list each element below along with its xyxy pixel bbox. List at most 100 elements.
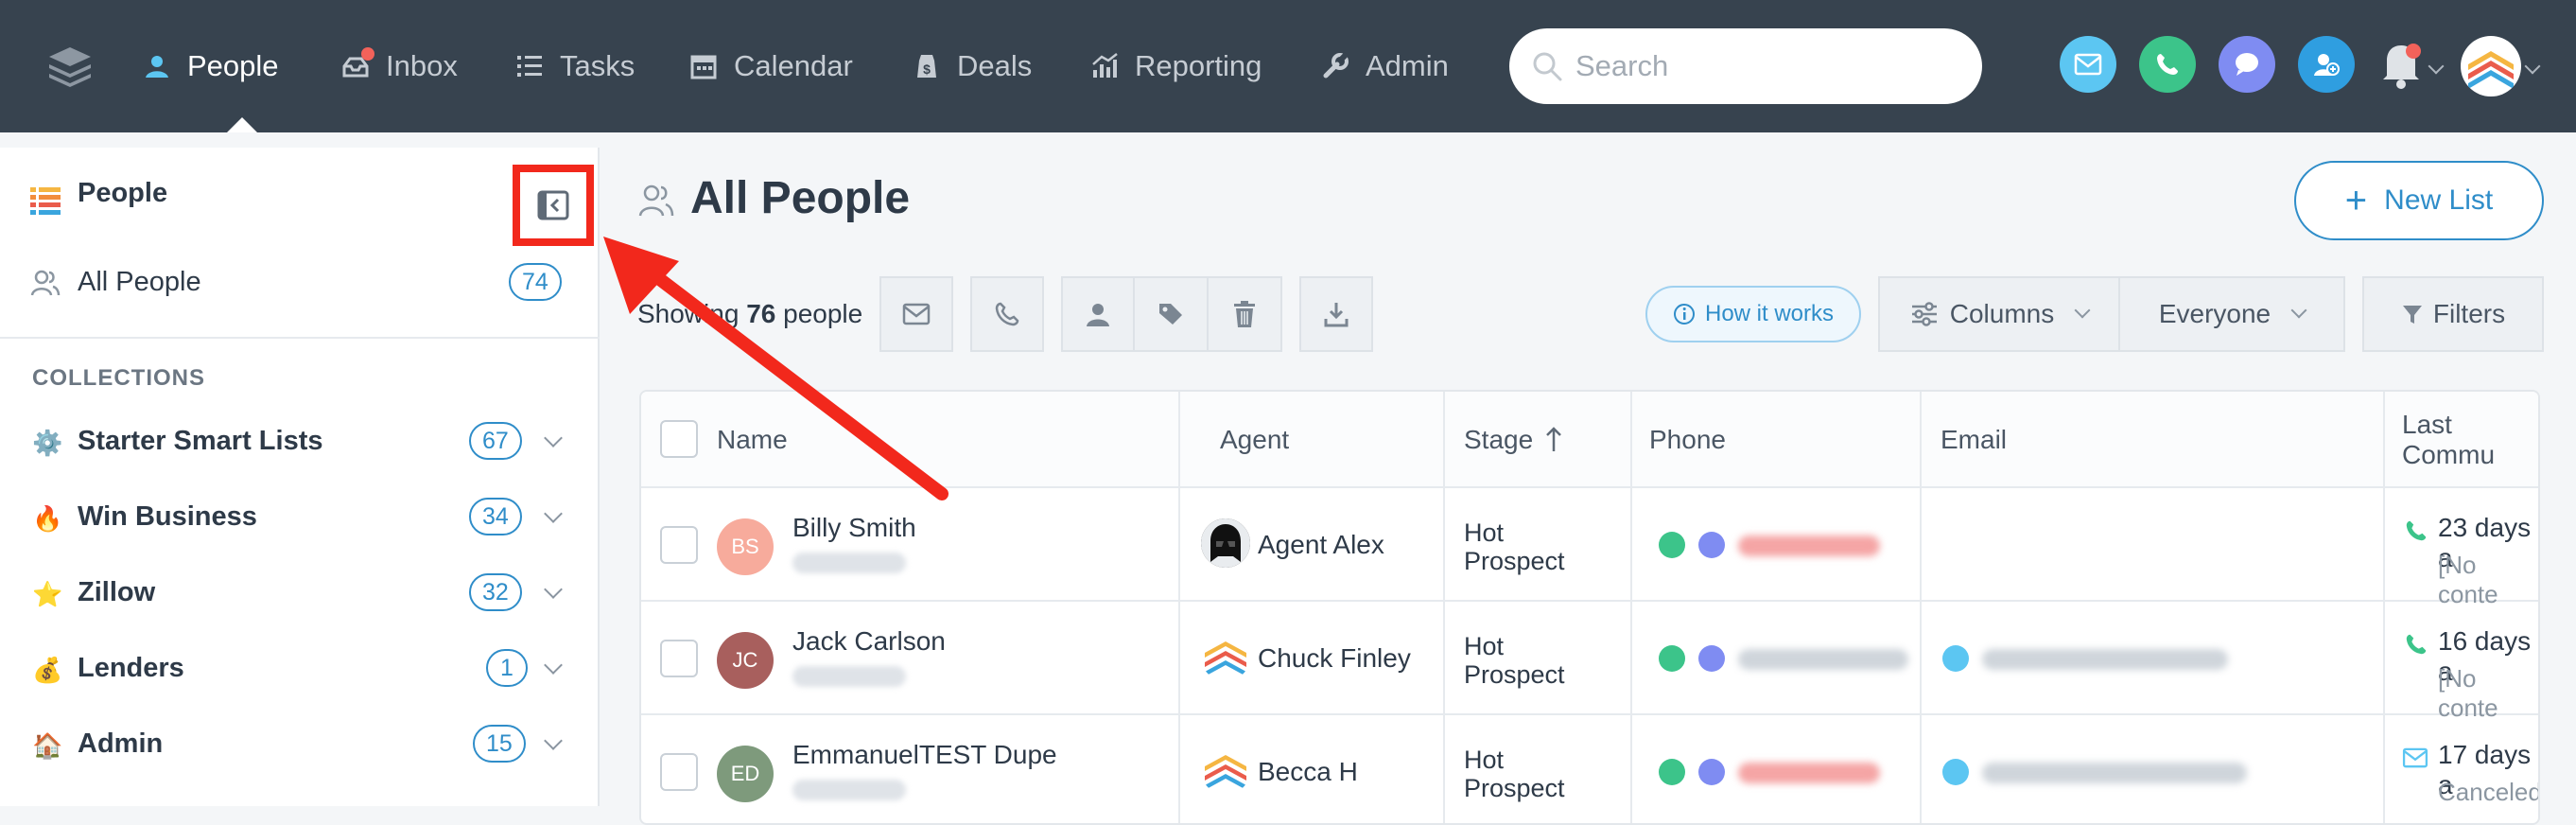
wrench-icon [1323, 52, 1349, 79]
quick-email-button[interactable] [2060, 36, 2116, 93]
count-badge: 32 [469, 573, 522, 611]
filters-label: Filters [2432, 299, 2506, 328]
notifications-caret-icon[interactable] [2428, 58, 2445, 75]
new-list-button[interactable]: + New List [2294, 161, 2544, 240]
avatar: ED [717, 746, 774, 802]
table-row[interactable]: ED EmmanuelTEST Dupe Becca H Hot Prospect… [641, 715, 2538, 823]
stage-line: Prospect [1464, 660, 1565, 689]
call-icon[interactable] [1659, 645, 1685, 672]
call-icon[interactable] [1659, 532, 1685, 558]
sidebar-item-all-people[interactable]: All People 74 [0, 246, 600, 322]
filters-button[interactable]: Filters [2362, 276, 2544, 352]
nav-tasks[interactable]: Tasks [514, 0, 635, 132]
nav-calendar-label: Calendar [734, 49, 853, 82]
star-icon: ⭐ [32, 580, 63, 608]
app-logo-icon[interactable] [45, 42, 95, 91]
chevron-down-icon[interactable] [544, 656, 563, 675]
nav-people[interactable]: People [142, 0, 279, 132]
nav-tasks-label: Tasks [560, 49, 635, 82]
export-button[interactable] [1299, 276, 1373, 352]
sidebar-item-lenders[interactable]: 💰 Lenders 1 [0, 632, 600, 708]
deals-icon: $ [917, 55, 936, 78]
last-communication-detail: [No conte [2438, 664, 2498, 722]
row-checkbox[interactable] [660, 753, 698, 791]
phone-number-redacted [1738, 535, 1880, 556]
add-contact-button[interactable] [2298, 36, 2355, 93]
chevron-down-icon[interactable] [544, 429, 563, 448]
how-it-works-button[interactable]: How it works [1645, 286, 1861, 342]
assign-agent-button[interactable] [1061, 276, 1135, 352]
agent-name: Agent Alex [1258, 530, 1384, 559]
person-icon [146, 56, 168, 78]
phone-icon [2157, 54, 2178, 75]
user-avatar[interactable] [2461, 36, 2521, 97]
sidebar-item-label: Starter Smart Lists [78, 426, 323, 456]
column-header-email[interactable]: Email [1941, 392, 2007, 488]
person-name[interactable]: Jack Carlson [792, 626, 946, 657]
quick-text-button[interactable] [2219, 36, 2275, 93]
text-message-icon[interactable] [1698, 645, 1725, 672]
sidebar-item-zillow[interactable]: ⭐ Zillow 32 [0, 556, 600, 632]
call-icon[interactable] [1659, 759, 1685, 785]
quick-call-button[interactable] [2139, 36, 2196, 93]
stage-line: Hot [1464, 746, 1505, 774]
text-message-icon[interactable] [1698, 759, 1725, 785]
row-checkbox[interactable] [660, 640, 698, 677]
sidebar-item-admin[interactable]: 🏠 Admin 15 [0, 708, 600, 783]
reporting-icon [1092, 53, 1118, 78]
phone-icon [995, 302, 1019, 326]
global-search-input[interactable]: Search [1509, 28, 1982, 104]
nav-inbox[interactable]: Inbox [340, 0, 458, 132]
sidebar-divider [0, 337, 600, 339]
nav-calendar[interactable]: Calendar [688, 0, 853, 132]
sidebar-item-starter-smart-lists[interactable]: ⚙️ Starter Smart Lists 67 [0, 405, 600, 481]
column-header-stage[interactable]: Stage [1464, 392, 1563, 488]
email-icon[interactable] [1942, 645, 1969, 672]
stage-line: Prospect [1464, 547, 1565, 575]
sidebar-item-label: Lenders [78, 653, 184, 683]
column-header-agent[interactable]: Agent [1220, 392, 1289, 488]
inbox-unread-dot [361, 47, 374, 61]
nav-reporting[interactable]: Reporting [1089, 0, 1262, 132]
user-menu-caret-icon[interactable] [2524, 58, 2541, 75]
nav-deals[interactable]: $ Deals [912, 0, 1032, 132]
tag-button[interactable] [1133, 276, 1209, 352]
text-message-icon[interactable] [1698, 532, 1725, 558]
people-outline-icon [638, 184, 674, 217]
row-checkbox[interactable] [660, 526, 698, 564]
top-nav-bar: People Inbox Tasks Calendar $ Deals Repo… [0, 0, 2576, 132]
person-name[interactable]: EmmanuelTEST Dupe [792, 740, 1057, 770]
avatar: BS [717, 518, 774, 575]
nav-deals-label: Deals [957, 49, 1033, 82]
phone-icon [2406, 520, 2427, 541]
chevron-down-icon[interactable] [544, 731, 563, 750]
list-colors-icon [30, 187, 61, 215]
bulk-call-button[interactable] [970, 276, 1044, 352]
column-header-phone[interactable]: Phone [1649, 392, 1726, 488]
chevron-down-icon[interactable] [544, 580, 563, 599]
delete-button[interactable] [1207, 276, 1282, 352]
everyone-dropdown[interactable]: Everyone [2118, 276, 2345, 352]
notifications-button[interactable] [2377, 38, 2425, 91]
sort-ascending-icon [1546, 427, 1562, 451]
person-source-redacted [792, 780, 906, 800]
stage-value[interactable]: Hot Prospect [1464, 746, 1565, 802]
stage-header-label: Stage [1464, 425, 1534, 454]
sidebar-item-label: All People [78, 267, 201, 297]
stage-value[interactable]: Hot Prospect [1464, 518, 1565, 575]
stage-line: Hot [1464, 518, 1505, 547]
nav-admin-label: Admin [1366, 49, 1449, 82]
column-header-last-communication[interactable]: Last Commu [2402, 392, 2538, 488]
nav-admin[interactable]: Admin [1320, 0, 1449, 132]
chevron-down-icon [2290, 302, 2307, 319]
email-icon[interactable] [1942, 759, 1969, 785]
sidebar-item-win-business[interactable]: 🔥 Win Business 34 [0, 481, 600, 556]
person-name[interactable]: Billy Smith [792, 513, 916, 543]
nav-inbox-label: Inbox [386, 49, 458, 82]
email-icon [2074, 53, 2102, 76]
columns-dropdown[interactable]: Columns [1878, 276, 2120, 352]
table-row[interactable]: JC Jack Carlson Chuck Finley Hot Prospect… [641, 602, 2538, 722]
chevron-down-icon[interactable] [544, 504, 563, 523]
sliders-icon [1911, 302, 1937, 326]
stage-value[interactable]: Hot Prospect [1464, 632, 1565, 689]
